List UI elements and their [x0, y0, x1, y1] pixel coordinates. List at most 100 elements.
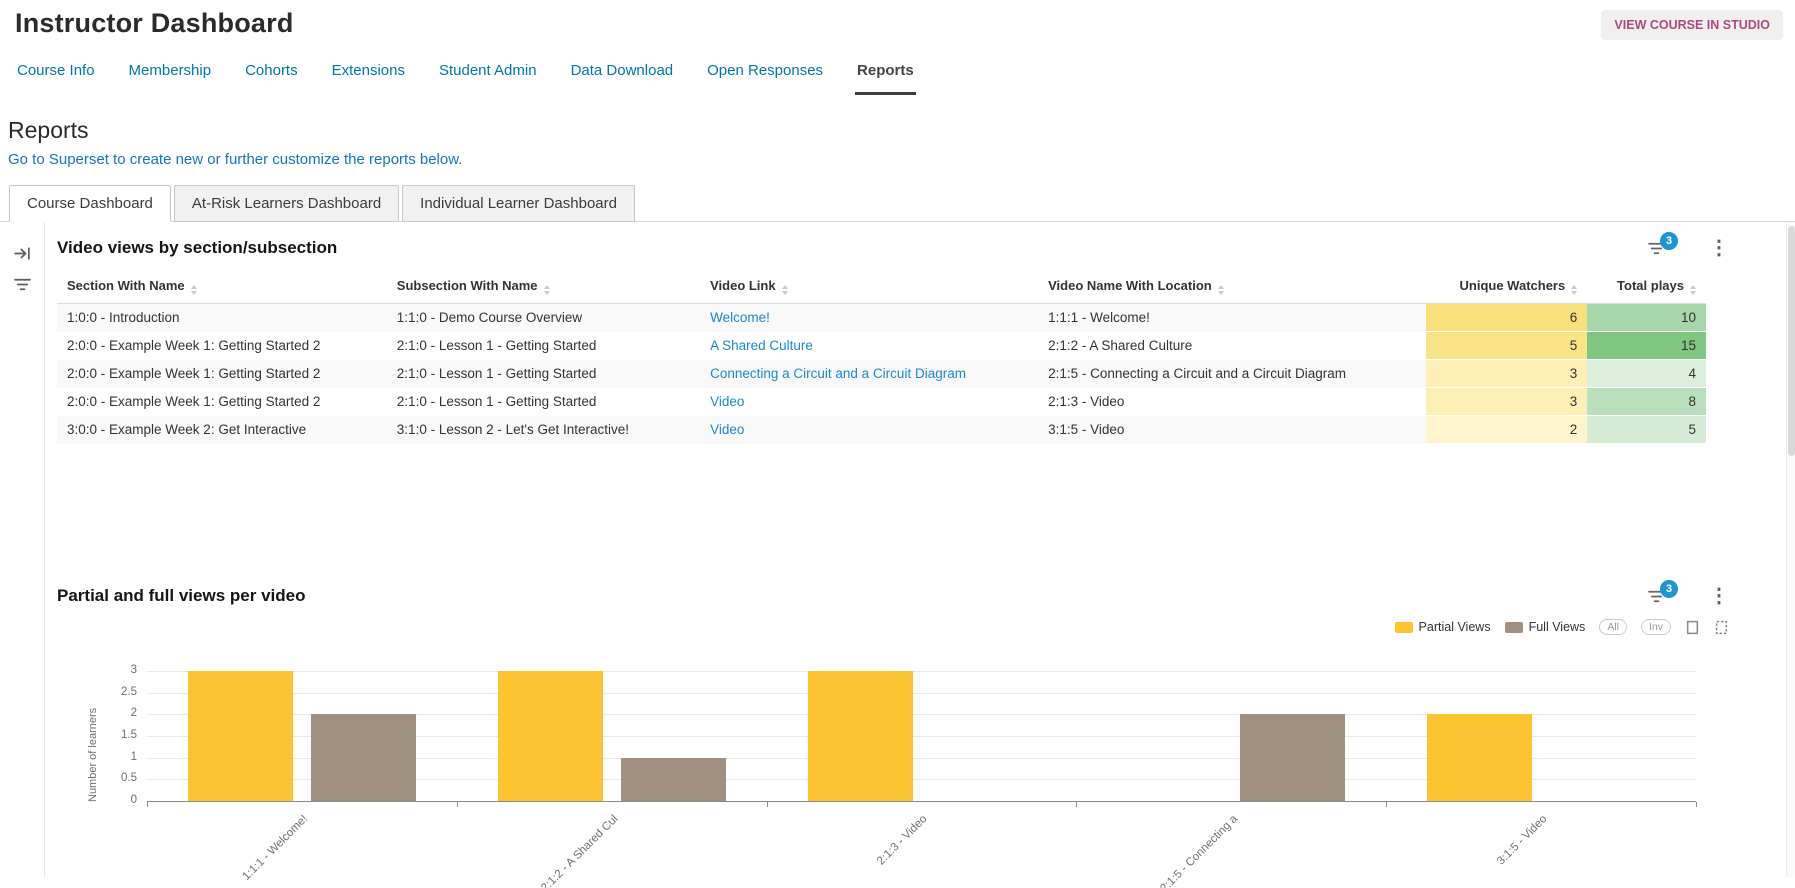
- cell-section: 2:0:0 - Example Week 1: Getting Started …: [57, 332, 387, 360]
- x-axis-tick: [1076, 802, 1077, 807]
- nav-item-membership[interactable]: Membership: [127, 62, 214, 95]
- y-tick-label: 1.5: [93, 729, 137, 741]
- table-row: 2:0:0 - Example Week 1: Getting Started …: [57, 388, 1706, 416]
- chart-legend-items: Partial Views Full Views: [1395, 620, 1586, 634]
- video-link[interactable]: Welcome!: [700, 304, 1038, 332]
- cell-section: 3:0:0 - Example Week 2: Get Interactive: [57, 416, 387, 444]
- sort-icon[interactable]: [782, 285, 788, 295]
- video-link[interactable]: Connecting a Circuit and a Circuit Diagr…: [700, 360, 1038, 388]
- legend-select-all-button[interactable]: All: [1599, 619, 1627, 635]
- nav-item-student-admin[interactable]: Student Admin: [437, 62, 539, 95]
- y-tick-label: 0: [93, 794, 137, 806]
- cell-video-name: 2:1:5 - Connecting a Circuit and a Circu…: [1038, 360, 1426, 388]
- filter-bar-collapsed: [0, 222, 45, 877]
- nav-item-cohorts[interactable]: Cohorts: [243, 62, 300, 95]
- bar-partial-views[interactable]: [498, 671, 603, 801]
- column-header-video-link[interactable]: Video Link: [700, 270, 1038, 304]
- chart-more-options-icon[interactable]: ⋮: [1709, 589, 1729, 603]
- x-axis-tick: [457, 802, 458, 807]
- cell-video-name: 2:1:3 - Video: [1038, 388, 1426, 416]
- bar-full-views[interactable]: [1240, 714, 1345, 801]
- bar-partial-views[interactable]: [808, 671, 913, 801]
- nav-item-open-responses[interactable]: Open Responses: [705, 62, 825, 95]
- chart-area: Number of learners 00.511.522.531:1:1 - …: [57, 649, 1779, 888]
- bar-full-views[interactable]: [621, 758, 726, 801]
- gridline: [147, 693, 1696, 694]
- y-tick-label: 2: [93, 707, 137, 719]
- nav-item-course-info[interactable]: Course Info: [15, 62, 97, 95]
- table-row: 3:0:0 - Example Week 2: Get Interactive 3…: [57, 416, 1706, 444]
- embedded-dashboard: Video views by section/subsection 3 ⋮: [0, 222, 1795, 877]
- bar-partial-views[interactable]: [1427, 714, 1532, 801]
- nav-item-extensions[interactable]: Extensions: [330, 62, 407, 95]
- nav-item-reports[interactable]: Reports: [855, 62, 916, 95]
- dashboard-tab-at-risk-learners-dashboard[interactable]: At-Risk Learners Dashboard: [174, 185, 399, 222]
- cell-total-plays: 5: [1587, 416, 1706, 444]
- sort-icon[interactable]: [1690, 285, 1696, 295]
- chart-plot: 00.511.522.531:1:1 - Welcome!2:1:2 - A S…: [147, 671, 1696, 802]
- column-header-subsection-with-name[interactable]: Subsection With Name: [387, 270, 700, 304]
- table-header-row: Section With NameSubsection With NameVid…: [57, 270, 1706, 304]
- chart-filter-icon[interactable]: 3: [1648, 589, 1665, 604]
- video-link[interactable]: Video: [700, 388, 1038, 416]
- reports-heading: Reports: [8, 117, 1795, 144]
- nav-item-data-download[interactable]: Data Download: [569, 62, 676, 95]
- column-header-total-plays[interactable]: Total plays: [1587, 270, 1706, 304]
- sort-icon[interactable]: [191, 285, 197, 295]
- cell-video-name: 3:1:5 - Video: [1038, 416, 1426, 444]
- box-select-inverse-icon[interactable]: [1714, 620, 1729, 635]
- bar-partial-views[interactable]: [188, 671, 293, 801]
- dashboard-tab-course-dashboard[interactable]: Course Dashboard: [9, 185, 171, 222]
- legend-item-partial-views[interactable]: Partial Views: [1395, 620, 1491, 634]
- table-filter-count-badge: 3: [1660, 232, 1678, 250]
- full-views-swatch: [1505, 622, 1523, 633]
- video-link[interactable]: Video: [700, 416, 1038, 444]
- box-select-icon[interactable]: [1685, 620, 1700, 635]
- x-axis-label: 2:1:3 - Video: [876, 813, 930, 867]
- x-axis-tick: [767, 802, 768, 807]
- sort-icon[interactable]: [1571, 285, 1577, 295]
- table-filter-icon[interactable]: 3: [1648, 241, 1665, 256]
- y-tick-label: 1: [93, 751, 137, 763]
- x-axis-tick: [147, 802, 148, 807]
- table-row: 2:0:0 - Example Week 1: Getting Started …: [57, 332, 1706, 360]
- dashboard-tab-individual-learner-dashboard[interactable]: Individual Learner Dashboard: [402, 185, 635, 222]
- filter-list-icon[interactable]: [14, 277, 31, 292]
- y-tick-label: 3: [93, 664, 137, 676]
- cell-unique-watchers: 2: [1426, 416, 1588, 444]
- cell-subsection: 2:1:0 - Lesson 1 - Getting Started: [387, 388, 700, 416]
- table-more-options-icon[interactable]: ⋮: [1709, 241, 1729, 255]
- page-header: Instructor Dashboard VIEW COURSE IN STUD…: [0, 0, 1795, 40]
- cell-subsection: 1:1:0 - Demo Course Overview: [387, 304, 700, 332]
- cell-unique-watchers: 5: [1426, 332, 1588, 360]
- video-views-table: Section With NameSubsection With NameVid…: [57, 270, 1706, 444]
- legend-item-full-views[interactable]: Full Views: [1505, 620, 1586, 634]
- view-course-in-studio-button[interactable]: VIEW COURSE IN STUDIO: [1601, 10, 1783, 40]
- cell-total-plays: 10: [1587, 304, 1706, 332]
- x-axis-label: 2:1:2 - A Shared Cul: [539, 813, 620, 888]
- x-axis-label: 1:1:1 - Welcome!: [241, 813, 311, 883]
- legend-invert-button[interactable]: Inv: [1641, 619, 1671, 635]
- x-axis-label: 2:1:5 - Connecting a: [1158, 813, 1240, 888]
- chart-card-header: Partial and full views per video 3 ⋮: [57, 586, 1779, 606]
- table-row: 2:0:0 - Example Week 1: Getting Started …: [57, 360, 1706, 388]
- video-views-table-card: Video views by section/subsection 3 ⋮: [45, 222, 1795, 444]
- chart-legend: Partial Views Full Views All Inv: [57, 619, 1779, 635]
- column-header-section-with-name[interactable]: Section With Name: [57, 270, 387, 304]
- expand-filter-bar-icon[interactable]: [14, 246, 31, 261]
- table-card-header: Video views by section/subsection 3 ⋮: [57, 238, 1779, 258]
- y-tick-label: 2.5: [93, 686, 137, 698]
- superset-link[interactable]: Go to Superset to create new or further …: [8, 151, 462, 168]
- column-header-unique-watchers[interactable]: Unique Watchers: [1426, 270, 1588, 304]
- column-header-video-name-with-location[interactable]: Video Name With Location: [1038, 270, 1426, 304]
- sort-icon[interactable]: [1218, 285, 1224, 295]
- video-link[interactable]: A Shared Culture: [700, 332, 1038, 360]
- cell-section: 2:0:0 - Example Week 1: Getting Started …: [57, 360, 387, 388]
- cell-total-plays: 15: [1587, 332, 1706, 360]
- cell-subsection: 2:1:0 - Lesson 1 - Getting Started: [387, 332, 700, 360]
- sort-icon[interactable]: [544, 285, 550, 295]
- scrollbar-thumb[interactable]: [1788, 226, 1795, 456]
- table-card-actions: 3 ⋮: [1648, 241, 1779, 256]
- bar-full-views[interactable]: [311, 714, 416, 801]
- dashboard-scrollbar[interactable]: [1786, 222, 1795, 877]
